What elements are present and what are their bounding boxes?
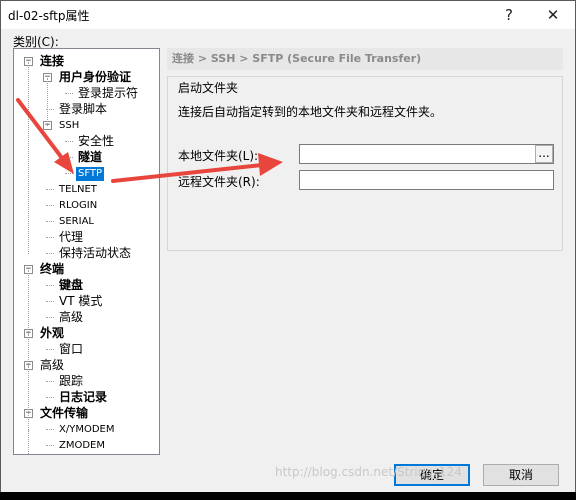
tree-item[interactable]: 登录提示符 (78, 86, 138, 100)
startup-folder-group: 启动文件夹 连接后自动指定转到的本地文件夹和远程文件夹。 本地文件夹(L): .… (167, 76, 563, 251)
tree-item[interactable]: SSH (59, 119, 79, 133)
tree-connector (46, 189, 54, 190)
tree-item[interactable]: 保持活动状态 (59, 246, 131, 260)
tree-item[interactable]: 代理 (59, 230, 83, 244)
tree-connector (46, 205, 54, 206)
help-icon[interactable]: ? (487, 2, 531, 28)
bottom-strip (0, 492, 576, 500)
title-bar: dl-02-sftp属性 ? ✕ (1, 1, 575, 29)
breadcrumb: 连接 > SSH > SFTP (Secure File Transfer) (167, 48, 563, 70)
tree-item[interactable]: 日志记录 (59, 390, 107, 404)
remote-folder-input[interactable] (299, 170, 554, 190)
tree-item[interactable]: 用户身份验证 (59, 70, 131, 84)
tree-item[interactable]: 登录脚本 (59, 102, 107, 116)
tree-item[interactable]: 连接 (40, 54, 64, 68)
tree-item[interactable]: 终端 (40, 262, 64, 276)
tree-item[interactable]: SERIAL (59, 215, 94, 229)
watermark: http://blog.csdn.net/String_124 (275, 465, 462, 479)
tree-item[interactable]: 隧道 (78, 150, 102, 164)
tree-item[interactable]: 安全性 (78, 134, 114, 148)
tree-item[interactable]: 高级 (59, 310, 83, 324)
tree-item[interactable]: 跟踪 (59, 374, 83, 388)
tree-connector (46, 381, 54, 382)
local-folder-input[interactable] (299, 144, 554, 164)
tree-connector (46, 429, 54, 430)
tree-guide-line (28, 62, 29, 254)
tree-connector (46, 221, 54, 222)
category-tree[interactable]: 连接 − 用户身份验证 − 登录提示符 登录脚本 SSH − 安全性 隧道 SFTP TELNET RL… (13, 48, 160, 455)
window-title: dl-02-sftp属性 (8, 9, 90, 23)
settings-panel: 连接 > SSH > SFTP (Secure File Transfer) 启… (167, 48, 563, 453)
tree-item[interactable]: VT 模式 (59, 294, 102, 308)
tree-item[interactable]: 外观 (40, 326, 64, 340)
local-folder-label: 本地文件夹(L): (178, 149, 259, 163)
tree-item[interactable]: SFTP (76, 167, 105, 181)
tree-view: 连接 − 用户身份验证 − 登录提示符 登录脚本 SSH − 安全性 隧道 SFTP TELNET RL… (14, 49, 159, 454)
tree-guide-line (47, 78, 48, 126)
tree-connector (65, 93, 73, 94)
tree-item[interactable]: TELNET (59, 183, 97, 197)
tree-item[interactable]: RLOGIN (59, 199, 97, 213)
tree-item[interactable]: 窗口 (59, 342, 83, 356)
tree-item[interactable]: ZMODEM (59, 439, 105, 453)
tree-connector (46, 285, 54, 286)
tree-connector (46, 301, 54, 302)
tree-connector (65, 157, 73, 158)
tree-connector (46, 317, 54, 318)
tree-item[interactable]: 文件传输 (40, 406, 88, 420)
tree-guide-line (28, 430, 29, 454)
group-description: 连接后自动指定转到的本地文件夹和远程文件夹。 (178, 105, 443, 119)
cancel-button[interactable]: 取消 (483, 464, 559, 486)
tree-connector (46, 253, 54, 254)
group-title: 启动文件夹 (178, 79, 239, 96)
tree-guide-line (28, 334, 29, 366)
tree-guide-line (28, 366, 29, 430)
tree-item[interactable]: 高级 (40, 358, 64, 372)
tree-connector (65, 173, 73, 174)
close-icon[interactable]: ✕ (531, 2, 575, 28)
tree-connector (65, 141, 73, 142)
tree-connector (46, 397, 54, 398)
tree-connector (46, 349, 54, 350)
local-folder-browse-button[interactable]: ... (535, 145, 553, 163)
remote-folder-label: 远程文件夹(R): (178, 175, 260, 189)
tree-connector (46, 237, 54, 238)
tree-connector (46, 445, 54, 446)
tree-item[interactable]: X/YMODEM (59, 423, 114, 437)
tree-item[interactable]: 键盘 (59, 278, 83, 292)
